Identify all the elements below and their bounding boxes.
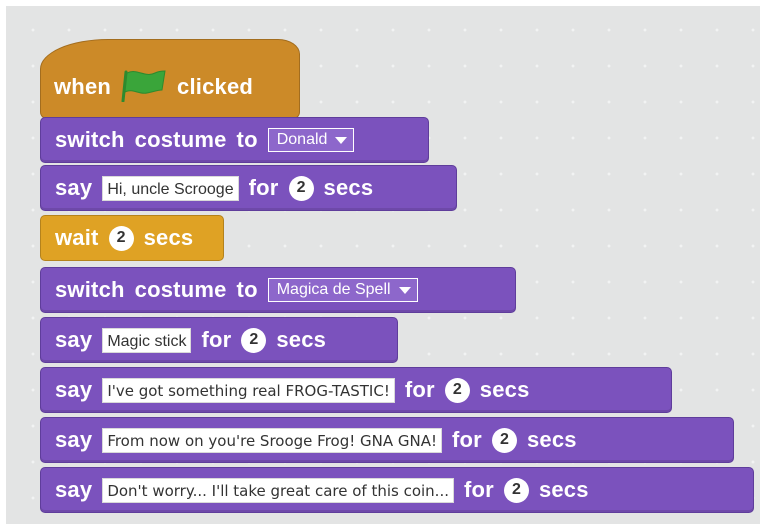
wait-label: wait [55,225,99,250]
switch-costume-block[interactable]: switch costume to Magica de Spell [40,267,516,313]
for-label: for [452,427,482,452]
for-label: for [404,377,435,402]
say-text-input[interactable]: From now on you're Srooge Frog! GNA GNA! [102,427,443,453]
dropdown-arrow-icon [335,136,348,144]
for-label: for [464,477,494,502]
secs-number-input[interactable]: 2 [288,175,314,201]
wait-number-input[interactable]: 2 [108,225,134,251]
say-text-input[interactable]: Don't worry... I'll take great care of t… [102,477,454,503]
for-label: for [248,175,279,200]
to-label: to [236,127,258,152]
say-for-secs-block[interactable]: say From now on you're Srooge Frog! GNA … [40,417,734,463]
secs-number-input[interactable]: 2 [444,377,470,403]
costume-label: costume [134,277,227,302]
when-label: when [54,74,112,99]
secs-label: secs [479,377,530,402]
secs-number-input[interactable]: 2 [491,427,517,453]
say-text-input[interactable]: Magic stick [102,327,192,353]
secs-number-input[interactable]: 2 [503,477,529,503]
green-flag-icon [119,68,169,107]
clicked-label: clicked [177,74,254,99]
secs-number-input[interactable]: 2 [241,327,267,353]
script-area[interactable]: when clicked switch costume to Donald sa… [6,6,760,524]
say-label: say [55,175,93,200]
for-label: for [201,327,232,352]
wait-secs-block[interactable]: wait 2 secs [40,215,224,261]
switch-costume-block[interactable]: switch costume to Donald [40,117,429,163]
say-for-secs-block[interactable]: say I've got something real FROG-TASTIC!… [40,367,672,413]
costume-dropdown[interactable]: Donald [267,128,355,152]
say-for-secs-block[interactable]: say Hi, uncle Scrooge for 2 secs [40,165,457,211]
secs-label: secs [323,175,374,200]
secs-label: secs [526,427,577,452]
dropdown-arrow-icon [398,286,411,294]
when-flag-clicked-content: when clicked [54,69,253,105]
secs-label: secs [143,225,194,250]
say-for-secs-block[interactable]: say Don't worry... I'll take great care … [40,467,754,513]
say-label: say [55,427,93,452]
costume-label: costume [134,127,227,152]
say-text-input[interactable]: Hi, uncle Scrooge [102,175,239,201]
secs-label: secs [538,477,589,502]
costume-dropdown-value: Magica de Spell [276,281,391,298]
say-label: say [55,477,93,502]
say-for-secs-block[interactable]: say Magic stick for 2 secs [40,317,398,363]
say-label: say [55,327,93,352]
switch-label: switch [55,277,125,302]
say-text-input[interactable]: I've got something real FROG-TASTIC! [102,377,395,403]
costume-dropdown[interactable]: Magica de Spell [267,278,418,302]
switch-label: switch [55,127,125,152]
to-label: to [236,277,258,302]
say-label: say [55,377,93,402]
secs-label: secs [276,327,327,352]
costume-dropdown-value: Donald [276,131,328,148]
